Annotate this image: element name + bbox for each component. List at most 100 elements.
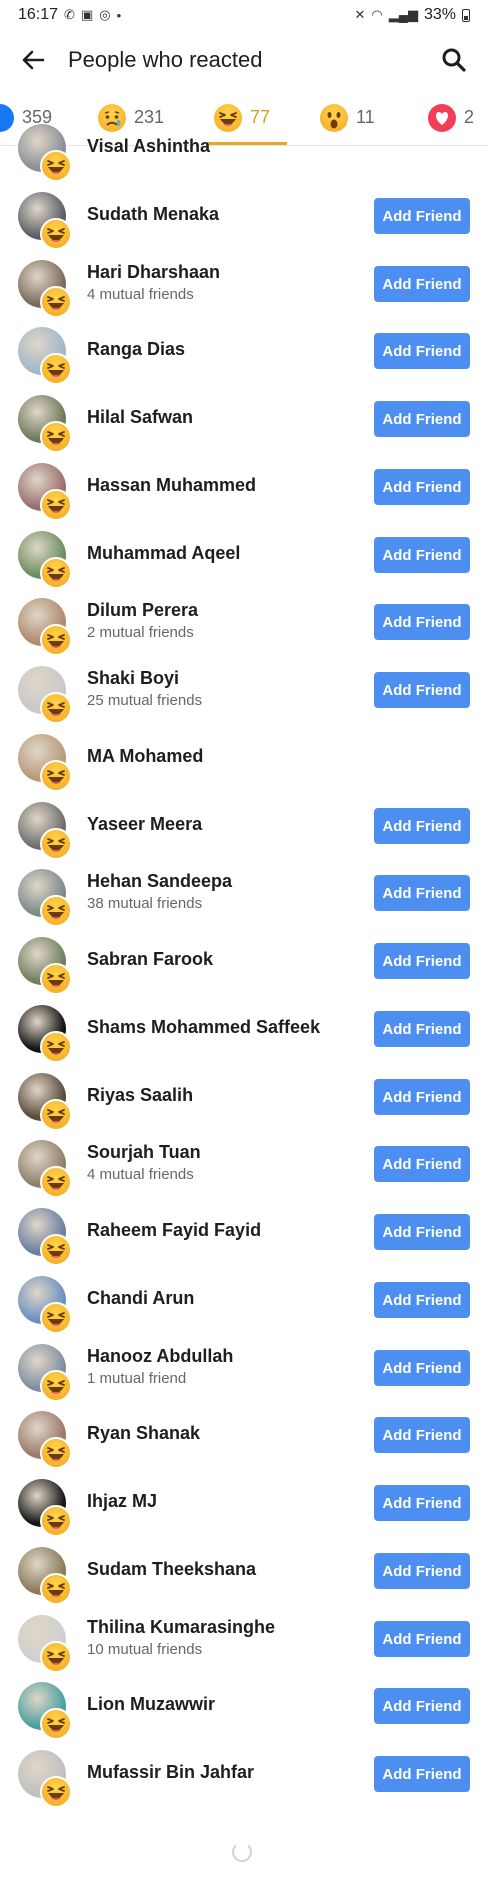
person-name[interactable]: Riyas Saalih xyxy=(87,1085,193,1106)
list-item[interactable]: Sourjah Tuan 4 mutual friends Add Friend xyxy=(0,1140,488,1208)
laugh-reaction-icon xyxy=(40,421,72,453)
person-name[interactable]: Yaseer Meera xyxy=(87,814,202,835)
search-icon[interactable] xyxy=(438,44,470,76)
add-friend-button[interactable]: Add Friend xyxy=(374,469,470,505)
battery-percent: 33% xyxy=(423,6,456,23)
person-name[interactable]: Chandi Arun xyxy=(87,1288,194,1309)
add-friend-button[interactable]: Add Friend xyxy=(374,401,470,437)
add-friend-button[interactable]: Add Friend xyxy=(374,1756,470,1792)
list-item[interactable]: Hari Dharshaan 4 mutual friends Add Friend xyxy=(0,260,488,328)
list-item[interactable]: Hilal Safwan Add Friend xyxy=(0,395,488,463)
person-name[interactable]: Dilum Perera xyxy=(87,600,198,621)
mutual-friends: 10 mutual friends xyxy=(87,1641,203,1658)
add-friend-button[interactable]: Add Friend xyxy=(374,537,470,573)
laugh-reaction-icon xyxy=(40,286,72,318)
laugh-reaction-icon xyxy=(40,895,72,927)
laugh-reaction-icon xyxy=(40,150,72,182)
person-name[interactable]: Hari Dharshaan xyxy=(87,262,220,283)
person-name[interactable]: Sourjah Tuan xyxy=(87,1142,201,1163)
person-name[interactable]: Lion Muzawwir xyxy=(87,1694,215,1715)
mutual-friends: 1 mutual friend xyxy=(87,1370,187,1387)
list-item[interactable]: Hehan Sandeepa 38 mutual friends Add Frien… xyxy=(0,869,488,937)
laugh-reaction-icon xyxy=(40,557,72,589)
add-friend-button[interactable]: Add Friend xyxy=(374,1553,470,1589)
list-item[interactable]: Sudath Menaka Add Friend xyxy=(0,192,488,260)
list-item[interactable]: Ryan Shanak Add Friend xyxy=(0,1411,488,1479)
list-item[interactable]: MA Mohamed xyxy=(0,734,488,802)
add-friend-button[interactable]: Add Friend xyxy=(374,1282,470,1318)
add-friend-button[interactable]: Add Friend xyxy=(374,1688,470,1724)
laugh-reaction-icon xyxy=(40,624,72,656)
list-item[interactable]: Hassan Muhammed Add Friend xyxy=(0,463,488,531)
laugh-reaction-icon xyxy=(40,963,72,995)
person-name[interactable]: Muhammad Aqeel xyxy=(87,543,240,564)
person-name[interactable]: Ranga Dias xyxy=(87,339,185,360)
add-friend-button[interactable]: Add Friend xyxy=(374,808,470,844)
person-name[interactable]: Shaki Boyi xyxy=(87,668,179,689)
add-friend-button[interactable]: Add Friend xyxy=(374,1011,470,1047)
list-item[interactable]: Visal Ashintha xyxy=(0,124,488,192)
add-friend-button[interactable]: Add Friend xyxy=(374,1417,470,1453)
person-name[interactable]: Mufassir Bin Jahfar xyxy=(87,1762,254,1783)
list-item[interactable]: Shams Mohammed Saffeek Add Friend xyxy=(0,1005,488,1073)
list-item[interactable]: Lion Muzawwir Add Friend xyxy=(0,1682,488,1750)
laugh-reaction-icon xyxy=(40,1099,72,1131)
list-item[interactable]: Hanooz Abdullah 1 mutual friend Add Friend xyxy=(0,1344,488,1412)
status-bar: 16:17 ✆ ▣ ◎ • ✕ ◠ ▂▄▆ 33% xyxy=(0,0,488,30)
laugh-reaction-icon xyxy=(40,692,72,724)
person-name[interactable]: Sabran Farook xyxy=(87,949,213,970)
person-name[interactable]: Sudam Theekshana xyxy=(87,1559,256,1580)
list-item[interactable]: Riyas Saalih Add Friend xyxy=(0,1073,488,1141)
add-friend-button[interactable]: Add Friend xyxy=(374,1621,470,1657)
add-friend-button[interactable]: Add Friend xyxy=(374,1485,470,1521)
back-arrow-icon[interactable] xyxy=(18,45,48,75)
person-name[interactable]: Ihjaz MJ xyxy=(87,1491,157,1512)
person-name[interactable]: Raheem Fayid Fayid xyxy=(87,1220,261,1241)
person-name[interactable]: Sudath Menaka xyxy=(87,204,219,225)
person-name[interactable]: Shams Mohammed Saffeek xyxy=(87,1017,320,1038)
list-item[interactable]: Ranga Dias Add Friend xyxy=(0,327,488,395)
whatsapp-icon: ✆ xyxy=(64,7,75,22)
person-name[interactable]: Hassan Muhammed xyxy=(87,475,256,496)
add-friend-button[interactable]: Add Friend xyxy=(374,875,470,911)
list-item[interactable]: Yaseer Meera Add Friend xyxy=(0,802,488,870)
laugh-reaction-icon xyxy=(40,1505,72,1537)
laugh-reaction-icon xyxy=(40,1641,72,1673)
person-name[interactable]: MA Mohamed xyxy=(87,746,203,767)
add-friend-button[interactable]: Add Friend xyxy=(374,198,470,234)
list-item[interactable]: Thilina Kumarasinghe 10 mutual friends Add… xyxy=(0,1615,488,1683)
add-friend-button[interactable]: Add Friend xyxy=(374,1079,470,1115)
add-friend-button[interactable]: Add Friend xyxy=(374,266,470,302)
list-item[interactable]: Sabran Farook Add Friend xyxy=(0,937,488,1005)
add-friend-button[interactable]: Add Friend xyxy=(374,604,470,640)
person-name[interactable]: Ryan Shanak xyxy=(87,1423,200,1444)
mutual-friends: 2 mutual friends xyxy=(87,624,194,641)
laugh-reaction-icon xyxy=(40,1370,72,1402)
person-name[interactable]: Hehan Sandeepa xyxy=(87,871,232,892)
list-item[interactable]: Sudam Theekshana Add Friend xyxy=(0,1547,488,1615)
person-name[interactable]: Hanooz Abdullah xyxy=(87,1346,233,1367)
add-friend-button[interactable]: Add Friend xyxy=(374,333,470,369)
person-name[interactable]: Thilina Kumarasinghe xyxy=(87,1617,275,1638)
add-friend-button[interactable]: Add Friend xyxy=(374,1214,470,1250)
list-item[interactable]: Mufassir Bin Jahfar Add Friend xyxy=(0,1750,488,1818)
laugh-reaction-icon xyxy=(40,353,72,385)
add-friend-button[interactable]: Add Friend xyxy=(374,1350,470,1386)
list-item[interactable]: Ihjaz MJ Add Friend xyxy=(0,1479,488,1547)
laugh-reaction-icon xyxy=(40,1166,72,1198)
list-item[interactable]: Chandi Arun Add Friend xyxy=(0,1276,488,1344)
loading-spinner-icon xyxy=(232,1842,252,1862)
list-item[interactable]: Shaki Boyi 25 mutual friends Add Friend xyxy=(0,666,488,734)
list-item[interactable]: Raheem Fayid Fayid Add Friend xyxy=(0,1208,488,1276)
add-friend-button[interactable]: Add Friend xyxy=(374,1146,470,1182)
mutual-friends: 25 mutual friends xyxy=(87,692,203,709)
status-right: ✕ ◠ ▂▄▆ 33% xyxy=(355,6,470,24)
add-friend-button[interactable]: Add Friend xyxy=(374,672,470,708)
page-title: People who reacted xyxy=(68,47,263,72)
list-item[interactable]: Dilum Perera 2 mutual friends Add Friend xyxy=(0,598,488,666)
person-name[interactable]: Hilal Safwan xyxy=(87,407,193,428)
add-friend-button[interactable]: Add Friend xyxy=(374,943,470,979)
person-name[interactable]: Visal Ashintha xyxy=(87,136,210,157)
list-item[interactable]: Muhammad Aqeel Add Friend xyxy=(0,531,488,599)
laugh-reaction-icon xyxy=(40,218,72,250)
